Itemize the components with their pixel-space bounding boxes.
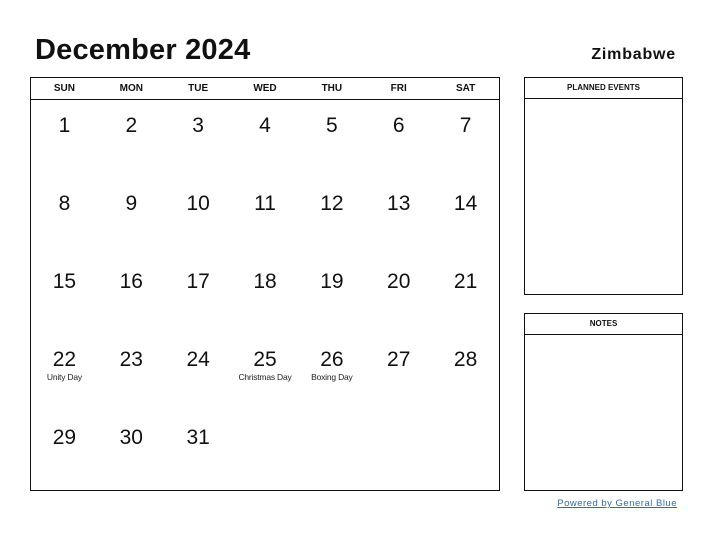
day-cell: 19: [298, 256, 365, 334]
day-number: 12: [320, 192, 344, 215]
weekday-wed: WED: [253, 83, 277, 94]
day-cell: 23: [98, 334, 165, 412]
day-number: 21: [453, 270, 478, 293]
planned-events-header: PLANNED EVENTS: [525, 78, 682, 99]
day-number: 26: [320, 348, 344, 371]
notes-box: NOTES: [524, 313, 683, 491]
day-number: 4: [259, 114, 271, 137]
page-title: December 2024: [35, 34, 251, 66]
day-cell: 10: [165, 178, 232, 256]
day-cell: 9: [98, 178, 165, 256]
day-cell: 21: [432, 256, 499, 334]
day-cell: 16: [98, 256, 165, 334]
day-cell: 13: [365, 178, 432, 256]
holiday-label: Christmas Day: [238, 372, 292, 382]
day-number: 9: [125, 192, 138, 215]
empty-day-cell: [232, 412, 299, 490]
day-number: 27: [387, 348, 411, 371]
weekday-header-row: SUN MON TUE WED THU FRI SAT: [31, 78, 499, 100]
holiday-label: Boxing Day: [311, 372, 353, 382]
day-number: 20: [387, 270, 411, 293]
day-cell: 20: [365, 256, 432, 334]
day-number: 6: [392, 114, 405, 137]
day-number: 14: [453, 192, 478, 215]
week-row: 15 16 17 18 19 20 21: [31, 256, 499, 334]
day-number: 7: [459, 114, 472, 137]
day-cell: 15: [31, 256, 98, 334]
day-cell: 7: [432, 100, 499, 178]
day-number: 10: [186, 192, 210, 215]
weekday-mon: MON: [119, 83, 143, 94]
day-number: 17: [186, 270, 210, 293]
day-cell: 30: [98, 412, 165, 490]
week-row: 8 9 10 11 12 13 14: [31, 178, 499, 256]
day-cell: 4: [232, 100, 299, 178]
notes-header: NOTES: [525, 314, 682, 335]
planned-events-box: PLANNED EVENTS: [524, 77, 683, 295]
calendar-grid: SUN MON TUE WED THU FRI SAT 1 2 3 4 5 6 7 8 9 10 1…: [30, 77, 500, 491]
country-label: Zimbabwe: [591, 46, 676, 63]
weekday-thu: THU: [321, 83, 343, 94]
day-cell: 26 Boxing Day: [298, 334, 365, 412]
day-cell: 14: [432, 178, 499, 256]
day-number: 25: [253, 348, 277, 371]
day-number: 2: [125, 114, 138, 137]
day-number: 8: [58, 192, 71, 215]
day-number: 28: [453, 348, 478, 371]
day-cell: 11: [232, 178, 299, 256]
week-row: 1 2 3 4 5 6 7: [31, 100, 499, 178]
day-cell: 17: [165, 256, 232, 334]
day-number: 1: [58, 114, 71, 137]
day-cell: 22 Unity Day: [31, 334, 98, 412]
weekday-sat: SAT: [455, 83, 476, 94]
day-cell: 29: [31, 412, 98, 490]
week-row: 29 30 31: [31, 412, 499, 490]
weekday-tue: TUE: [188, 83, 209, 94]
day-cell: 28: [432, 334, 499, 412]
day-cell: 5: [298, 100, 365, 178]
day-number: 3: [192, 114, 204, 137]
day-number: 19: [320, 270, 344, 293]
day-number: 23: [119, 348, 143, 371]
day-number: 22: [52, 348, 77, 371]
day-number: 16: [119, 270, 143, 293]
day-cell: 3: [165, 100, 232, 178]
day-number: 15: [52, 270, 77, 293]
empty-day-cell: [298, 412, 365, 490]
day-cell: 8: [31, 178, 98, 256]
day-cell: 2: [98, 100, 165, 178]
day-number: 24: [186, 348, 210, 371]
empty-day-cell: [365, 412, 432, 490]
calendar-weeks: 1 2 3 4 5 6 7 8 9 10 11 12 13 14 15 16 17 18 19 20 21 22 Unity…: [31, 100, 499, 490]
day-cell: 18: [232, 256, 299, 334]
powered-by-link[interactable]: Powered by General Blue: [557, 498, 677, 509]
day-number: 30: [119, 426, 143, 449]
day-cell: 1: [31, 100, 98, 178]
day-cell: 12: [298, 178, 365, 256]
day-number: 18: [253, 270, 277, 293]
day-number: 31: [186, 426, 210, 449]
weekday-sun: SUN: [53, 83, 75, 94]
day-cell: 25 Christmas Day: [232, 334, 299, 412]
empty-day-cell: [432, 412, 499, 490]
weekday-fri: FRI: [390, 83, 407, 94]
day-number: 11: [254, 192, 276, 215]
day-number: 13: [387, 192, 411, 215]
day-number: 5: [326, 114, 338, 137]
holiday-label: Unity Day: [46, 372, 82, 382]
day-cell: 27: [365, 334, 432, 412]
day-cell: 31: [165, 412, 232, 490]
day-cell: 24: [165, 334, 232, 412]
day-number: 29: [52, 426, 77, 449]
week-row: 22 Unity Day 23 24 25 Christmas Day 26 Boxing D…: [31, 334, 499, 412]
day-cell: 6: [365, 100, 432, 178]
